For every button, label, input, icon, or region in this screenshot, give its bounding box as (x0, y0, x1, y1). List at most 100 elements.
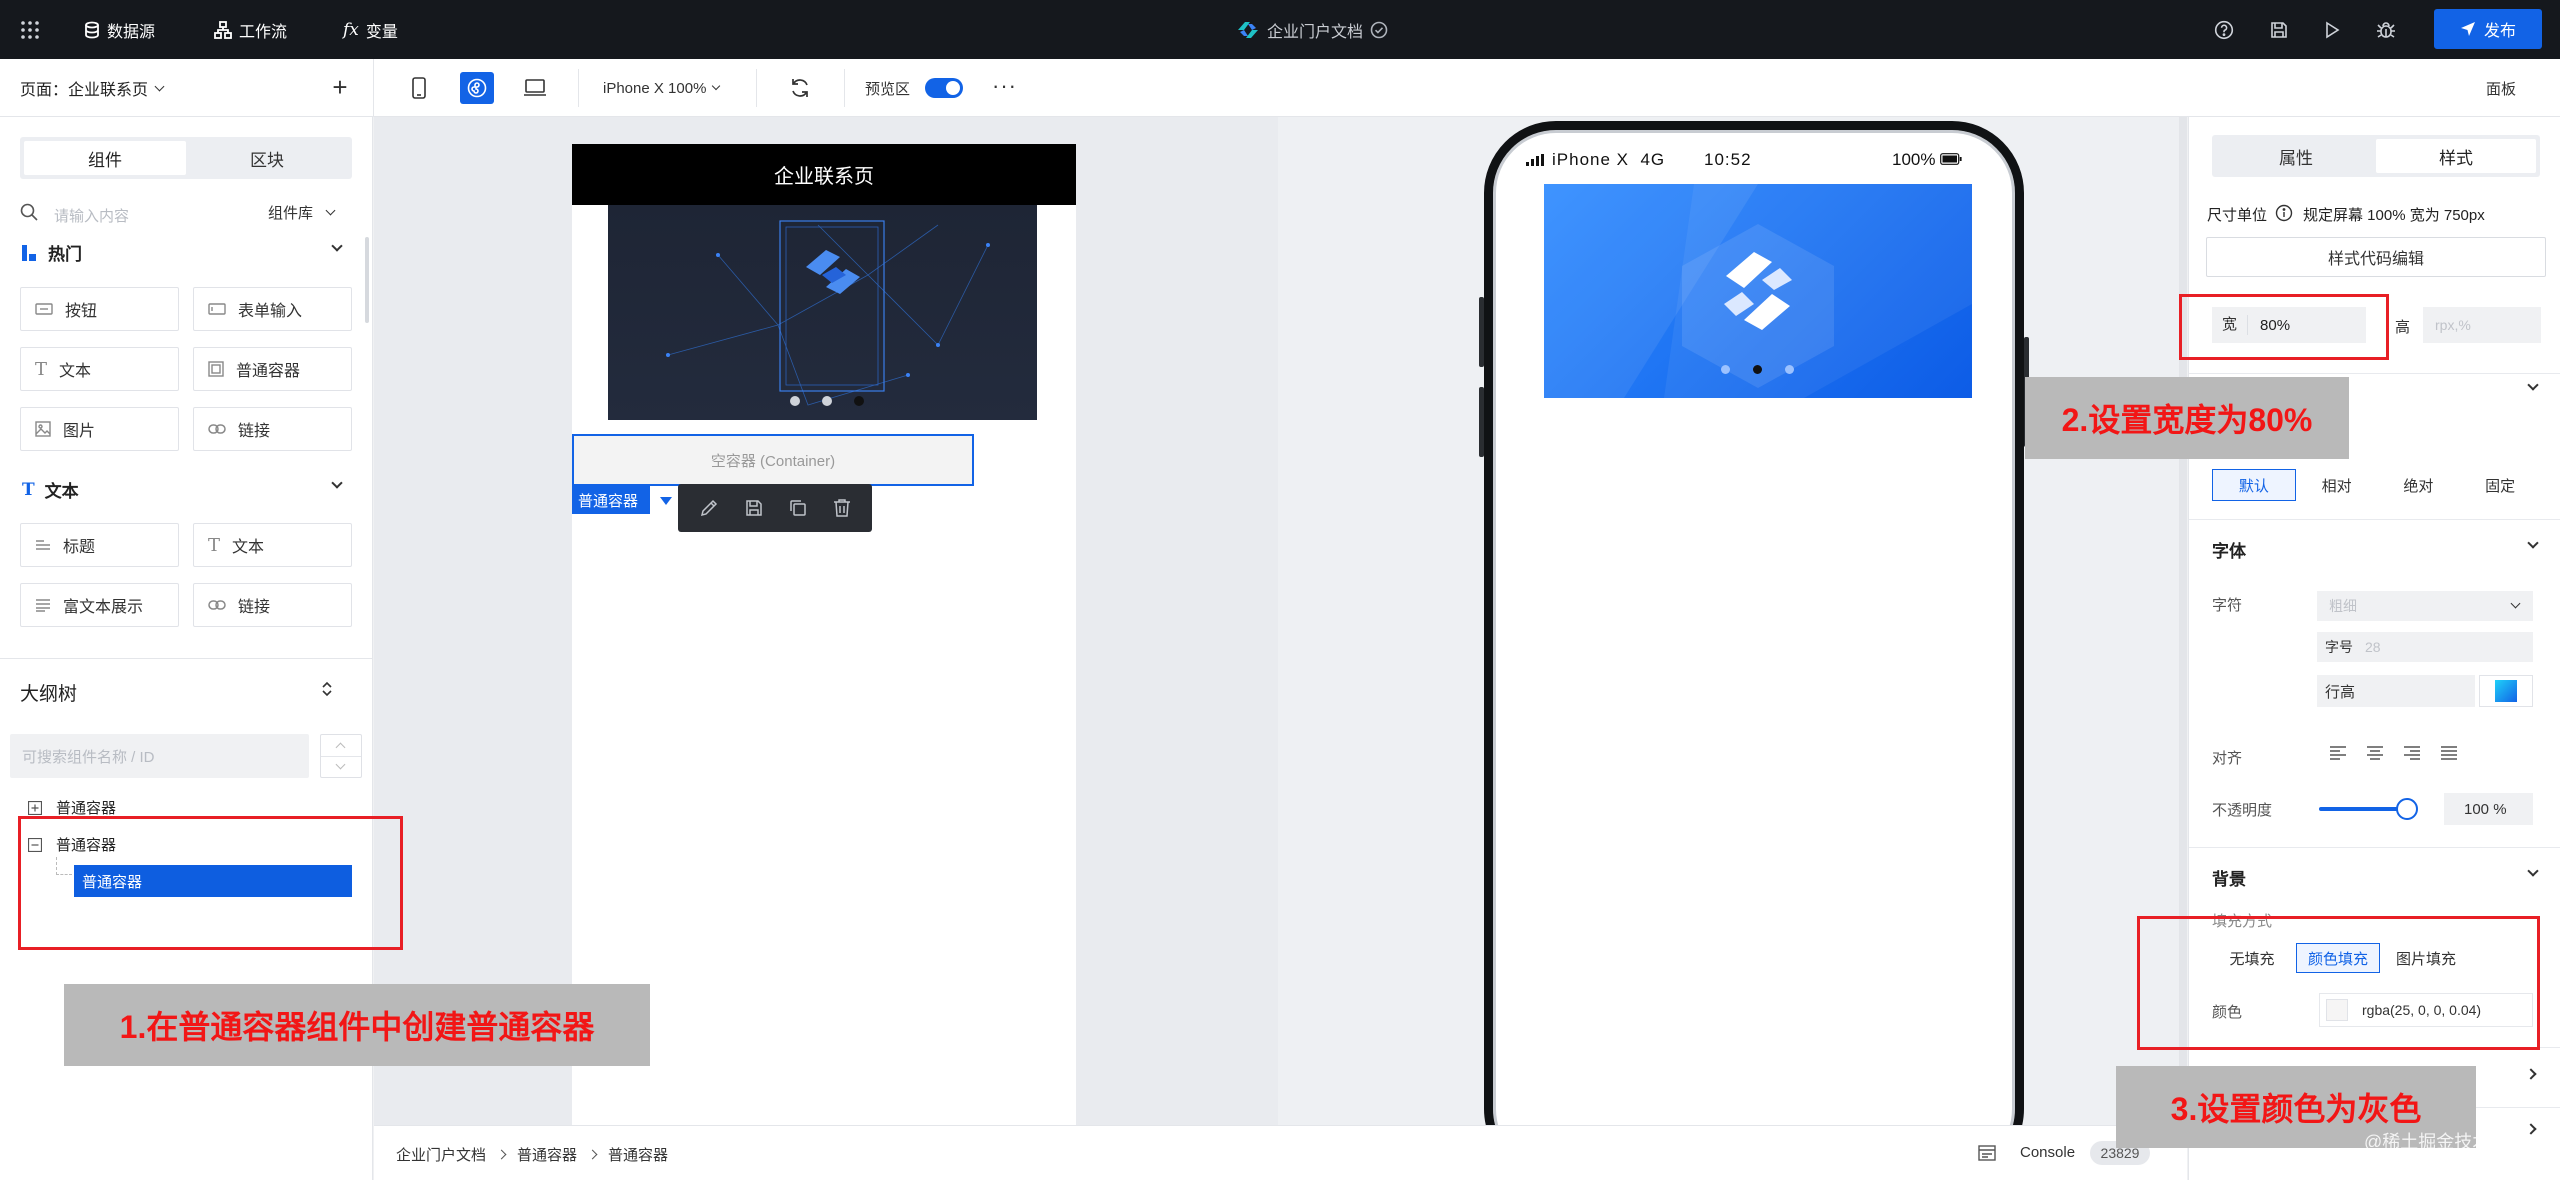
miniprogram-device-icon[interactable] (460, 72, 494, 104)
app-title[interactable]: 企业门户文档 (1236, 0, 1388, 59)
tab-blocks[interactable]: 区块 (186, 141, 348, 175)
tab-styles[interactable]: 样式 (2376, 139, 2536, 173)
scrollbar[interactable] (365, 237, 369, 323)
component-search-input[interactable]: 请输入内容 (54, 205, 129, 226)
console-icon[interactable] (1978, 1145, 1996, 1161)
chevron-down-icon[interactable] (2527, 537, 2539, 549)
empty-container[interactable]: 空容器 (Container) (572, 434, 974, 486)
chevron-down-icon[interactable] (331, 477, 343, 489)
font-size-field[interactable]: 字号 28 (2317, 632, 2533, 662)
datasource-menu[interactable]: 数据源 (84, 0, 155, 59)
help-icon[interactable] (2214, 0, 2234, 59)
component-card-image[interactable]: 图片 (20, 407, 179, 451)
tree-expand-icon[interactable] (28, 800, 42, 815)
component-card-text[interactable]: T 文本 (193, 523, 352, 567)
tree-node-selected[interactable]: 普通容器 (74, 865, 352, 897)
tab-properties[interactable]: 属性 (2216, 139, 2376, 173)
design-page[interactable]: 企业联系页 空容器 (Container) 普通容器 (572, 144, 1076, 1125)
delete-trash-icon[interactable] (833, 498, 851, 518)
bg-color-field[interactable]: rgba(25, 0, 0, 0.04) (2319, 993, 2533, 1027)
background-section-title[interactable]: 背景 (2212, 865, 2246, 890)
component-card-form-input[interactable]: 表单输入 (193, 287, 352, 331)
breadcrumb-item[interactable]: 普通容器 (517, 1144, 577, 1165)
tree-collapse-icon[interactable] (28, 837, 42, 852)
text-align-left-icon[interactable] (2329, 745, 2347, 761)
play-icon[interactable] (2324, 0, 2340, 59)
component-card-text[interactable]: T 文本 (20, 347, 179, 391)
position-absolute-option[interactable]: 绝对 (2378, 469, 2460, 501)
device-zoom-select[interactable]: iPhone X 100% (603, 59, 721, 117)
variable-menu[interactable]: fx 变量 (343, 0, 398, 59)
carousel-dot[interactable] (790, 396, 800, 406)
text-align-center-icon[interactable] (2366, 745, 2384, 761)
fill-color-option[interactable]: 颜色填充 (2296, 943, 2380, 973)
component-card-container[interactable]: 普通容器 (193, 347, 352, 391)
fill-none-option[interactable]: 无填充 (2212, 943, 2292, 973)
more-icon[interactable]: ··· (992, 73, 1017, 99)
style-code-edit-button[interactable]: 样式代码编辑 (2206, 237, 2546, 277)
page-selector[interactable]: 页面：企业联系页 (20, 59, 165, 117)
edit-pencil-icon[interactable] (699, 498, 719, 518)
position-default-option[interactable]: 默认 (2212, 469, 2296, 501)
opacity-slider-handle[interactable] (2396, 798, 2418, 820)
position-relative-option[interactable]: 相对 (2296, 469, 2378, 501)
refresh-icon[interactable] (789, 77, 813, 99)
expand-collapse-icon[interactable] (320, 680, 334, 698)
stepper-up-icon[interactable] (335, 742, 346, 753)
selected-component-tag[interactable]: 普通容器 (572, 486, 672, 514)
hot-section-title[interactable]: 热门 (22, 240, 82, 265)
component-card-link[interactable]: 链接 (193, 583, 352, 627)
copy-icon[interactable] (789, 499, 807, 517)
text-section-title[interactable]: T 文本 (22, 477, 79, 502)
banner-carousel[interactable] (608, 205, 1037, 420)
font-weight-select[interactable]: 粗细 (2317, 591, 2533, 621)
chevron-right-icon[interactable] (2525, 1123, 2537, 1135)
outline-search-input[interactable]: 可搜索组件名称 / ID (10, 734, 309, 778)
fill-image-option[interactable]: 图片填充 (2384, 943, 2468, 973)
info-icon[interactable] (2275, 204, 2293, 222)
workflow-menu[interactable]: 工作流 (214, 0, 287, 59)
position-fixed-option[interactable]: 固定 (2459, 469, 2541, 501)
carousel-dot[interactable] (822, 396, 832, 406)
opacity-slider[interactable] (2319, 798, 2418, 820)
chevron-down-icon[interactable] (2527, 379, 2539, 391)
mobile-device-icon[interactable] (406, 75, 432, 101)
library-select[interactable]: 组件库 (268, 202, 336, 223)
chevron-right-icon[interactable] (2525, 1068, 2537, 1080)
text-align-justify-icon[interactable] (2440, 745, 2458, 761)
text-align-right-icon[interactable] (2403, 745, 2421, 761)
breadcrumb-item[interactable]: 企业门户文档 (396, 1144, 486, 1165)
outline-stepper[interactable] (320, 734, 362, 778)
stepper-down-icon[interactable] (335, 759, 346, 770)
bg-color-swatch[interactable] (2326, 999, 2348, 1021)
tab-components[interactable]: 组件 (24, 141, 186, 175)
chevron-down-icon[interactable] (2527, 865, 2539, 877)
height-input[interactable]: rpx,% (2423, 307, 2541, 343)
desktop-device-icon[interactable] (520, 75, 550, 101)
component-card-link[interactable]: 链接 (193, 407, 352, 451)
breadcrumb-item[interactable]: 普通容器 (608, 1144, 668, 1165)
panel-toggle[interactable]: 面板 (2486, 78, 2516, 99)
save-icon[interactable] (2270, 0, 2288, 59)
component-card-heading[interactable]: 标题 (20, 523, 179, 567)
publish-button[interactable]: 发布 (2434, 9, 2542, 49)
page-header-bar[interactable]: 企业联系页 (572, 144, 1076, 205)
line-height-field[interactable]: 行高 (2317, 675, 2475, 707)
console-label[interactable]: Console (2020, 1144, 2075, 1161)
component-card-button[interactable]: 按钮 (20, 287, 179, 331)
add-page-icon[interactable]: + (330, 74, 350, 100)
carousel-dot-active[interactable] (854, 396, 864, 406)
font-color-swatch[interactable] (2479, 675, 2533, 707)
font-section-title[interactable]: 字体 (2212, 537, 2246, 562)
debug-bug-icon[interactable] (2376, 0, 2396, 59)
component-card-richtext[interactable]: 富文本展示 (20, 583, 179, 627)
tree-node[interactable]: 普通容器 (28, 797, 116, 818)
tree-node[interactable]: 普通容器 (28, 834, 116, 855)
opacity-value-field[interactable]: 100 % (2444, 793, 2533, 825)
apps-grid-icon[interactable] (20, 0, 40, 59)
chevron-down-icon[interactable] (331, 240, 343, 252)
preview-toggle[interactable] (925, 78, 963, 98)
component-card-label: 图片 (63, 423, 96, 440)
save-template-icon[interactable] (745, 499, 763, 517)
width-field[interactable]: 宽 80% (2212, 307, 2366, 343)
